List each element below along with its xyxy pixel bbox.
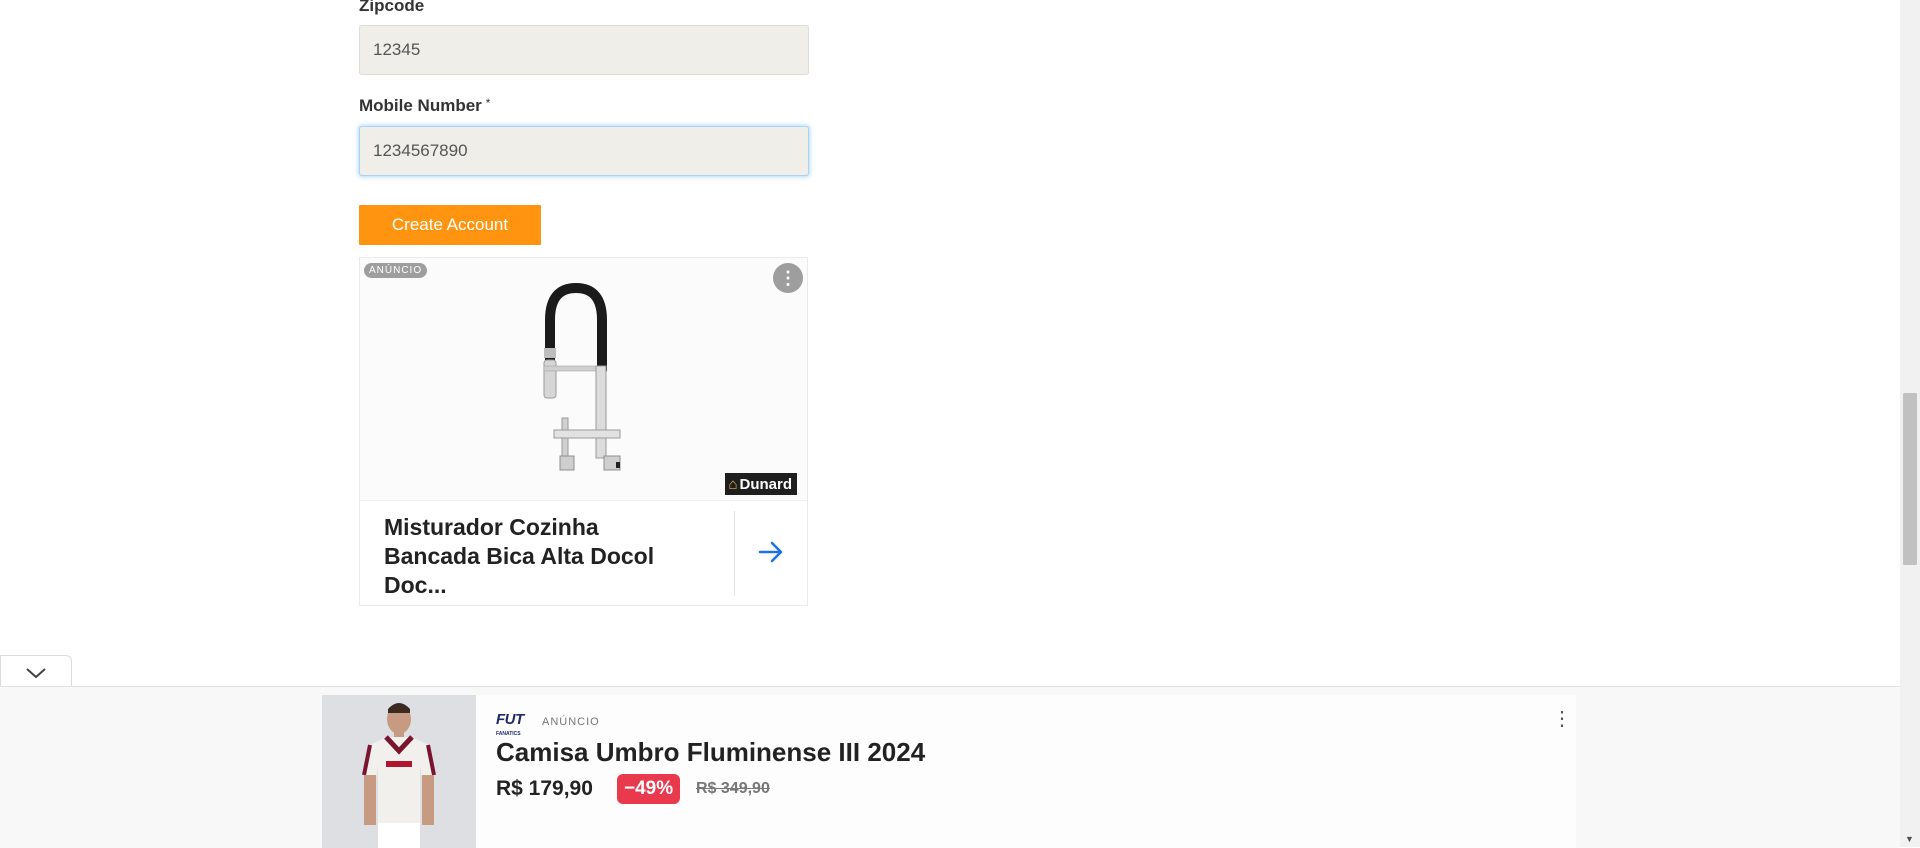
kebab-menu-icon[interactable]: ⋮ (773, 263, 803, 293)
collapse-tab[interactable] (0, 655, 72, 687)
fut-logo-text: FUT (496, 711, 524, 728)
ad-info[interactable]: Misturador Cozinha Bancada Bica Alta Doc… (360, 500, 807, 606)
scrollbar-thumb[interactable] (1903, 393, 1917, 565)
product-title[interactable]: Camisa Umbro Fluminense III 2024 (496, 737, 925, 768)
sticky-ad-bar: FUT FANATICS ANÚNCIO ⋮ Camisa Umbro Flum… (0, 686, 1900, 848)
product-price: R$ 179,90 (496, 777, 593, 800)
mobile-number-input[interactable] (359, 126, 809, 176)
ad-title[interactable]: Misturador Cozinha Bancada Bica Alta Doc… (384, 513, 684, 600)
kebab-menu-icon[interactable]: ⋮ (1552, 709, 1572, 729)
brand-name: Dunard (739, 475, 793, 493)
ad-divider (734, 511, 735, 596)
page-scrollbar[interactable]: ▼ (1900, 0, 1920, 847)
mobile-number-label: Mobile Number * (359, 96, 490, 116)
chevron-down-icon[interactable] (25, 667, 47, 679)
required-asterisk: * (485, 96, 491, 110)
ad-card[interactable]: ANÚNCIO ⋮ ⌂ Dunard Misturador Cozinha Ban… (359, 257, 808, 606)
jersey-player-image (322, 695, 476, 848)
create-account-button[interactable]: Create Account (359, 205, 541, 245)
mobile-number-label-text: Mobile Number (359, 96, 482, 115)
faucet-product-image (543, 282, 621, 471)
ad-image-area[interactable]: ANÚNCIO ⋮ ⌂ Dunard (360, 258, 807, 500)
arrow-right-icon[interactable] (756, 537, 786, 567)
product-image[interactable] (322, 695, 476, 848)
dunard-logo: ⌂ Dunard (725, 473, 797, 495)
zipcode-label: Zipcode (359, 0, 425, 15)
ad-badge: ANÚNCIO (364, 263, 428, 278)
sponsored-label: ANÚNCIO (542, 716, 600, 728)
old-price: R$ 349,90 (696, 780, 770, 797)
zipcode-input[interactable] (359, 25, 809, 75)
discount-badge: −49% (617, 774, 681, 804)
sticky-ad[interactable]: FUT FANATICS ANÚNCIO ⋮ Camisa Umbro Flum… (322, 695, 1576, 848)
scroll-down-arrow-icon[interactable]: ▼ (1905, 834, 1914, 844)
